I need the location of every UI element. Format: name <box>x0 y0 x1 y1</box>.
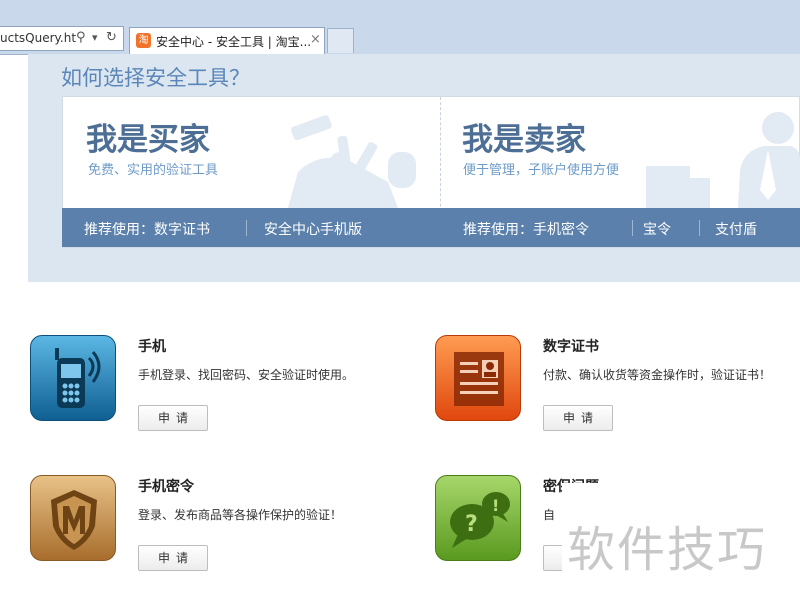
product-name: 数字证书 <box>543 339 599 355</box>
mobile-phone-icon[interactable] <box>30 335 116 421</box>
product-name: 手机 <box>138 339 166 355</box>
browser-tab[interactable]: 淘 安全中心 - 安全工具 | 淘宝... × <box>129 27 325 54</box>
seller-recommend-label[interactable]: 推荐使用：手机密令 <box>463 219 589 239</box>
apply-button[interactable]: 申请 <box>138 545 208 571</box>
question-bubble-icon[interactable]: ? ! <box>435 475 521 561</box>
seller-recommend-item-zhifudun[interactable]: 支付盾 <box>715 219 757 239</box>
buyer-title: 我是买家 <box>86 122 210 158</box>
new-tab-button[interactable] <box>327 28 354 53</box>
taobao-favicon-icon: 淘 <box>136 33 151 48</box>
buyer-recommend-label[interactable]: 推荐使用：数字证书 <box>84 219 210 239</box>
seller-person-illustration-icon <box>646 112 800 208</box>
dropdown-icon[interactable]: ▾ <box>92 30 98 46</box>
product-desc: 登录、发布商品等各操作保护的验证！ <box>138 508 343 522</box>
seller-title: 我是卖家 <box>462 122 586 158</box>
product-desc: 自 <box>543 508 556 522</box>
buyer-subtitle: 免费、实用的验证工具 <box>88 163 219 178</box>
shield-icon[interactable] <box>30 475 116 561</box>
apply-button[interactable]: 申请 <box>138 405 208 431</box>
address-text: uctsQuery.ht <box>0 31 77 45</box>
watermark-text: 软件技巧 <box>567 522 768 578</box>
apply-button[interactable]: 申请 <box>543 405 613 431</box>
close-tab-icon[interactable]: × <box>310 32 321 47</box>
address-bar[interactable]: uctsQuery.ht ⚲ ▾ ↻ <box>0 26 124 51</box>
buyer-shopping-illustration-icon <box>288 115 416 208</box>
refresh-icon[interactable]: ↻ <box>106 30 117 46</box>
separator <box>632 220 633 236</box>
product-desc: 手机登录、找回密码、安全验证时使用。 <box>138 368 355 382</box>
certificate-icon[interactable] <box>435 335 521 421</box>
separator <box>699 220 700 236</box>
separator <box>246 220 247 236</box>
tab-title: 安全中心 - 安全工具 | 淘宝... <box>156 35 312 49</box>
seller-recommend-item-baoling[interactable]: 宝令 <box>643 219 671 239</box>
product-desc: 付款、确认收货等资金操作时，验证证书！ <box>543 368 772 382</box>
svg-text:!: ! <box>492 496 499 515</box>
search-icon[interactable]: ⚲ <box>76 30 86 46</box>
buyer-recommend-item[interactable]: 安全中心手机版 <box>264 219 362 239</box>
svg-text:?: ? <box>465 512 478 537</box>
section-title: 如何选择安全工具？ <box>61 66 250 90</box>
seller-subtitle: 便于管理，子账户使用方便 <box>463 163 620 178</box>
product-name: 手机密令 <box>138 479 194 495</box>
